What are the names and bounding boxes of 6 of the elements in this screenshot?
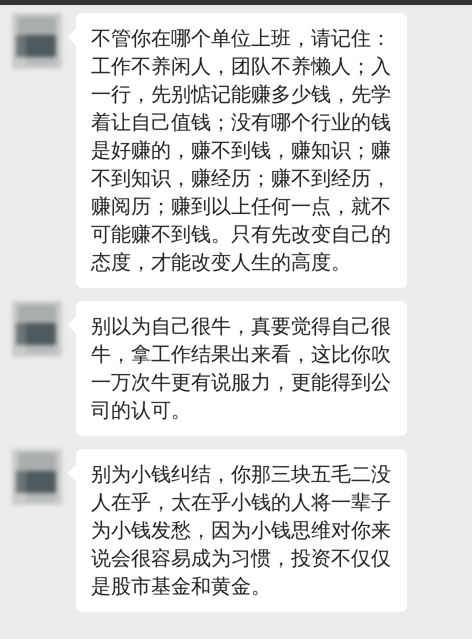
message-text: 别为小钱纠结，你那三块五毛二没人在乎，太在乎小钱的人将一辈子为小钱发愁，因为小钱思维对你来说会很容易成为习惯，投资不仅仅是股市基金和黄金。 xyxy=(91,461,391,600)
message-text: 别以为自己很牛，真要觉得自己很牛，拿工作结果出来看，这比你吹一万次牛更有说服力，更能得到公司的认可。 xyxy=(91,313,391,424)
avatar xyxy=(12,449,62,505)
avatar xyxy=(12,301,62,357)
avatar xyxy=(12,13,62,69)
message-text: 不管你在哪个单位上班，请记住：工作不养闲人，团队不养懒人；入一行，先别惦记能赚多少钱，先学着让自己值钱；没有哪个行业的钱是好赚的，赚不到钱，赚知识；赚不到知识，赚经历；赚不到经历，赚阅历；赚到以上任何一点，就不可能赚不到钱。只有先改变自己的态度，才能改变人生的高度。 xyxy=(91,25,391,276)
